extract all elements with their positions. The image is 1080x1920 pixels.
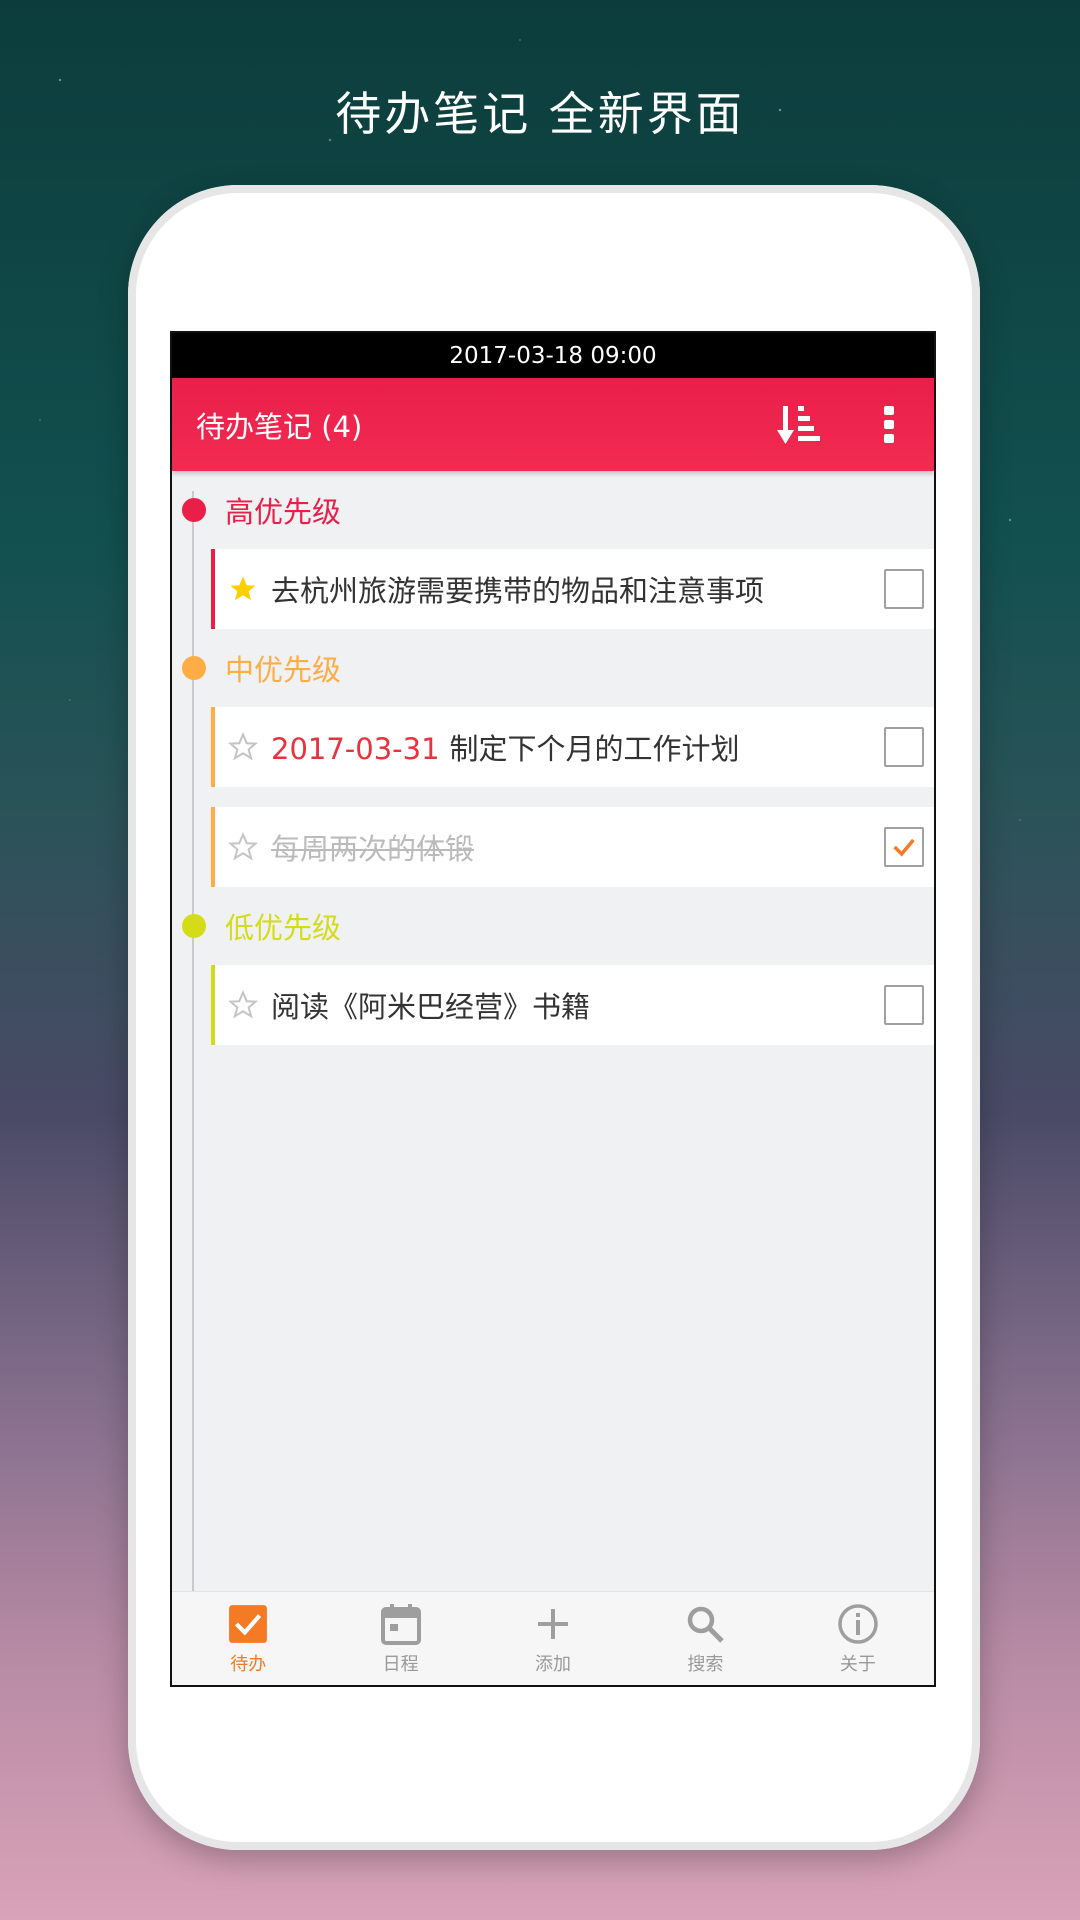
tab-label: 搜索 <box>687 1653 724 1675</box>
tab-label: 日程 <box>382 1653 419 1675</box>
star-outline-icon[interactable] <box>228 832 258 862</box>
tab-about[interactable]: 关于 <box>782 1592 934 1685</box>
tab-todo[interactable]: 待办 <box>172 1592 324 1685</box>
promo-headline: 待办笔记 全新界面 <box>335 87 745 141</box>
star-filled-icon[interactable] <box>228 574 258 604</box>
tab-label: 添加 <box>535 1653 572 1675</box>
todo-text: 每周两次的体锻 <box>271 832 475 866</box>
tab-label: 关于 <box>839 1653 876 1675</box>
priority-dot-low <box>182 914 206 938</box>
todo-item[interactable]: 去杭州旅游需要携带的物品和注意事项 <box>211 549 934 629</box>
todo-text: 去杭州旅游需要携带的物品和注意事项 <box>271 574 765 608</box>
tab-add[interactable]: 添加 <box>477 1592 629 1685</box>
more-vert-icon <box>884 405 894 443</box>
plus-icon <box>531 1602 575 1646</box>
checkmark-icon <box>893 838 915 857</box>
app-screen: 2017-03-18 09:00 待办笔记 (4) 高优先级 去杭州旅游需要携带… <box>170 331 936 1687</box>
status-bar: 2017-03-18 09:00 <box>172 333 934 378</box>
page-title: 待办笔记 (4) <box>196 409 363 444</box>
todo-item[interactable]: 2017-03-31 制定下个月的工作计划 <box>211 707 934 787</box>
overflow-menu-button[interactable] <box>844 378 934 471</box>
tab-schedule[interactable]: 日程 <box>324 1592 476 1685</box>
calendar-icon <box>379 1602 423 1646</box>
priority-dot-high <box>182 498 206 522</box>
section-high-priority: 高优先级 <box>172 471 934 549</box>
section-title: 中优先级 <box>225 653 342 687</box>
todo-item[interactable]: 每周两次的体锻 <box>211 807 934 887</box>
star-outline-icon[interactable] <box>228 990 258 1020</box>
section-title: 低优先级 <box>225 911 342 945</box>
todo-text: 2017-03-31 制定下个月的工作计划 <box>271 732 740 766</box>
bottom-navigation: 待办 日程 添加 搜索 关于 <box>172 1591 934 1685</box>
todo-due-date: 2017-03-31 <box>271 732 440 766</box>
status-time: 2017-03-18 09:00 <box>449 342 657 369</box>
todo-item[interactable]: 阅读《阿米巴经营》书籍 <box>211 965 934 1045</box>
app-bar: 待办笔记 (4) <box>172 378 934 471</box>
info-icon <box>836 1602 880 1646</box>
sort-button[interactable] <box>754 378 844 471</box>
tab-label: 待办 <box>230 1653 267 1675</box>
todo-check-icon <box>226 1602 270 1646</box>
tab-search[interactable]: 搜索 <box>629 1592 781 1685</box>
todo-text: 阅读《阿米巴经营》书籍 <box>271 990 591 1024</box>
todo-checkbox[interactable] <box>884 985 924 1025</box>
section-medium-priority: 中优先级 <box>172 629 934 707</box>
todo-checkbox[interactable] <box>884 727 924 767</box>
sort-icon <box>777 405 820 444</box>
search-icon <box>683 1602 727 1646</box>
todo-checkbox-checked[interactable] <box>884 827 924 867</box>
star-outline-icon[interactable] <box>228 732 258 762</box>
todo-list: 高优先级 去杭州旅游需要携带的物品和注意事项 中优先级 2017-03-31 制定… <box>172 471 934 1595</box>
section-low-priority: 低优先级 <box>172 887 934 965</box>
section-title: 高优先级 <box>225 495 342 529</box>
priority-dot-medium <box>182 656 206 680</box>
todo-checkbox[interactable] <box>884 569 924 609</box>
